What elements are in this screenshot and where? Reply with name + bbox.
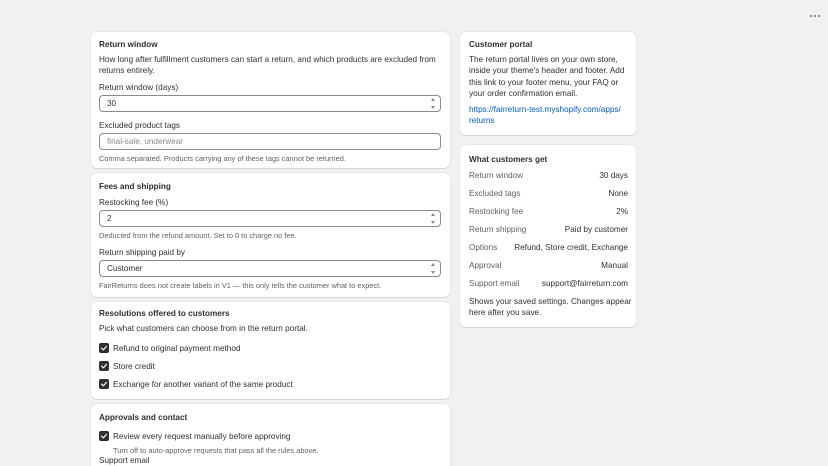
summary-key: Return window [469,171,524,180]
summary-key: Excluded tags [469,189,521,198]
restocking-fee-value: 2 [107,214,112,223]
summary-key: Return shipping [469,225,527,234]
manual-review-label[interactable]: Review every request manually before app… [113,432,291,441]
resolutions-heading: Resolutions offered to customers [99,309,230,318]
summary-value: None [608,189,628,198]
excluded-tags-placeholder: final-sale, underwear [107,137,184,146]
resolutions-card: Resolutions offered to customers Pick wh… [91,302,450,399]
summary-row: Options Refund, Store credit, Exchange [469,243,628,252]
summary-key: Support email [469,279,520,288]
store-credit-checkbox[interactable] [99,361,109,371]
return-days-label: Return window (days) [99,83,179,92]
return-days-value: 30 [107,99,117,108]
excluded-tags-label: Excluded product tags [99,121,181,130]
summary-note: Shows your saved settings. Changes appea… [469,297,632,306]
return-window-description: How long after fulfillment customers can… [99,55,436,64]
summary-card: What customers get Return window 30 days … [460,145,636,327]
store-credit-option-label[interactable]: Store credit [113,362,155,371]
customer-portal-heading: Customer portal [469,40,533,49]
more-actions-icon[interactable] [808,12,822,20]
exchange-option-label[interactable]: Exchange for another variant of the same… [113,380,293,389]
refund-checkbox[interactable] [99,343,109,353]
summary-value: 2% [616,207,628,216]
customer-portal-card: Customer portal The return portal lives … [460,32,636,135]
stepper-icon[interactable] [429,98,437,109]
summary-row: Support email support@fairreturn.com [469,279,628,288]
return-window-heading: Return window [99,40,158,49]
excluded-tags-help: Comma separated. Products carrying any o… [99,154,346,163]
summary-key: Restocking fee [469,207,524,216]
fees-shipping-card: Fees and shipping Restocking fee (%) 2 D… [91,173,450,297]
return-window-description-cont: returns entirely. [99,66,155,75]
portal-text-line: The return portal lives on your own stor… [469,55,618,64]
fees-heading: Fees and shipping [99,182,171,191]
summary-key: Approval [469,261,502,270]
portal-url-link[interactable]: https://fairreturn-test.myshopify.com/ap… [469,105,621,114]
summary-row: Return shipping Paid by customer [469,225,628,234]
approvals-card: Approvals and contact Review every reque… [91,404,450,466]
restocking-fee-input[interactable]: 2 [99,210,441,227]
exchange-checkbox[interactable] [99,379,109,389]
shipping-paid-help: FairReturns does not create labels in V1… [99,281,382,290]
resolutions-description: Pick what customers can choose from in t… [99,324,308,333]
summary-key: Options [469,243,498,252]
summary-note-cont: here after you save. [469,308,542,317]
return-window-card: Return window How long after fulfillment… [91,32,450,168]
summary-value: support@fairreturn.com [541,279,628,288]
restocking-fee-label: Restocking fee (%) [99,198,169,207]
excluded-tags-input[interactable]: final-sale, underwear [99,133,441,150]
manual-review-help: Turn off to auto-approve requests that p… [113,446,319,455]
summary-value: Manual [601,261,628,270]
summary-value: Refund, Store credit, Exchange [514,243,628,252]
return-days-input[interactable]: 30 [99,95,441,112]
support-email-label: Support email [99,456,150,465]
portal-text-line: this link to your footer menu, your FAQ … [469,78,619,87]
portal-text-line: inside your theme's header and footer. A… [469,66,625,75]
stepper-icon[interactable] [429,213,437,224]
checkmark-icon [101,363,107,369]
shipping-paid-select[interactable]: Customer [99,260,441,277]
refund-option-label[interactable]: Refund to original payment method [113,344,240,353]
approvals-heading: Approvals and contact [99,413,188,422]
portal-url-link-cont[interactable]: returns [469,116,494,125]
summary-row: Return window 30 days [469,171,628,180]
summary-row: Approval Manual [469,261,628,270]
restocking-fee-help: Deducted from the refund amount. Set to … [99,231,297,240]
select-chevron-icon [429,263,437,274]
shipping-paid-value: Customer [107,264,143,273]
checkmark-icon [101,433,107,439]
checkmark-icon [101,345,107,351]
portal-text-line: your order confirmation email. [469,89,578,98]
shipping-paid-label: Return shipping paid by [99,248,186,257]
summary-row: Restocking fee 2% [469,207,628,216]
summary-heading: What customers get [469,155,548,164]
manual-review-checkbox[interactable] [99,431,109,441]
summary-value: 30 days [599,171,628,180]
checkmark-icon [101,381,107,387]
summary-value: Paid by customer [564,225,628,234]
summary-row: Excluded tags None [469,189,628,198]
